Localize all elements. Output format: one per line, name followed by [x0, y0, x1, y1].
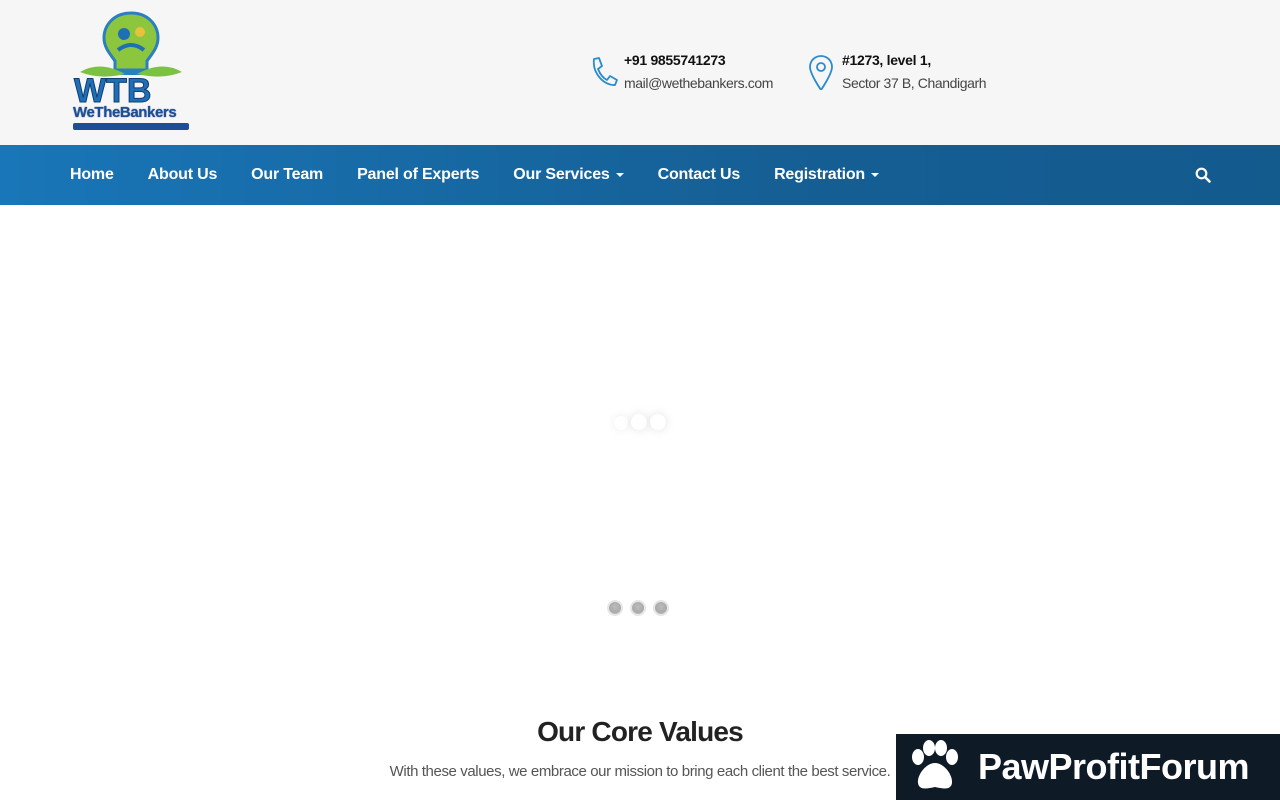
loader-dot: [614, 416, 628, 430]
nav-item-label: Our Team: [251, 166, 324, 183]
nav-item-label: About Us: [147, 166, 218, 183]
search-button[interactable]: [1190, 164, 1216, 186]
watermark-text: PawProfitForum: [978, 746, 1250, 787]
contact-address: #1273, level 1, Sector 37 B, Chandigarh: [806, 52, 996, 92]
phone-number[interactable]: +91 9855741273: [624, 52, 726, 68]
paw-icon: [912, 740, 958, 789]
nav-item-label: Our Services: [513, 166, 610, 183]
slider-pagination: [607, 600, 677, 620]
address-line-1: #1273, level 1,: [842, 52, 931, 68]
contact-phone: +91 9855741273 mail@wethebankers.com: [588, 52, 788, 92]
main-navbar: Home About Us Our Team Panel of Experts …: [0, 145, 1280, 205]
loader-dot: [650, 414, 666, 430]
phone-icon: [593, 57, 618, 86]
slider-dot-1[interactable]: [607, 600, 623, 616]
slider-loading-indicator: [612, 413, 672, 433]
nav-item-about-us[interactable]: About Us: [131, 145, 235, 205]
site-logo[interactable]: WTB WeTheBankers: [70, 10, 192, 132]
nav-item-label: Home: [70, 166, 114, 183]
logo-text: WeTheBankers: [73, 104, 177, 121]
slider-dot-3[interactable]: [653, 600, 669, 616]
caret-down-icon: [871, 173, 880, 177]
nav-item-registration[interactable]: Registration: [757, 145, 896, 205]
nav-item-label: Registration: [774, 166, 866, 183]
nav-item-contact-us[interactable]: Contact Us: [641, 145, 757, 205]
nav-item-label: Panel of Experts: [357, 166, 480, 183]
slider-dot-2[interactable]: [630, 600, 646, 616]
lightbulb-logo-icon: WTB: [74, 11, 182, 111]
nav-item-label: Contact Us: [657, 166, 741, 183]
nav-menu: Home About Us Our Team Panel of Experts …: [53, 145, 896, 205]
email-address[interactable]: mail@wethebankers.com: [624, 75, 773, 91]
nav-item-our-services[interactable]: Our Services: [496, 145, 640, 205]
top-header: WTB WeTheBankers +91 9855741273 mail@wet…: [0, 0, 1280, 145]
search-icon: [1195, 167, 1211, 183]
loader-dot: [631, 414, 647, 430]
nav-item-home[interactable]: Home: [53, 145, 131, 205]
caret-down-icon: [615, 173, 624, 177]
watermark-banner: PawProfitForum: [896, 734, 1280, 800]
map-pin-icon: [809, 55, 833, 90]
logo-tagline-bar: [73, 123, 189, 130]
nav-item-our-team[interactable]: Our Team: [234, 145, 340, 205]
address-line-2: Sector 37 B, Chandigarh: [842, 75, 987, 91]
nav-item-panel-of-experts[interactable]: Panel of Experts: [340, 145, 496, 205]
